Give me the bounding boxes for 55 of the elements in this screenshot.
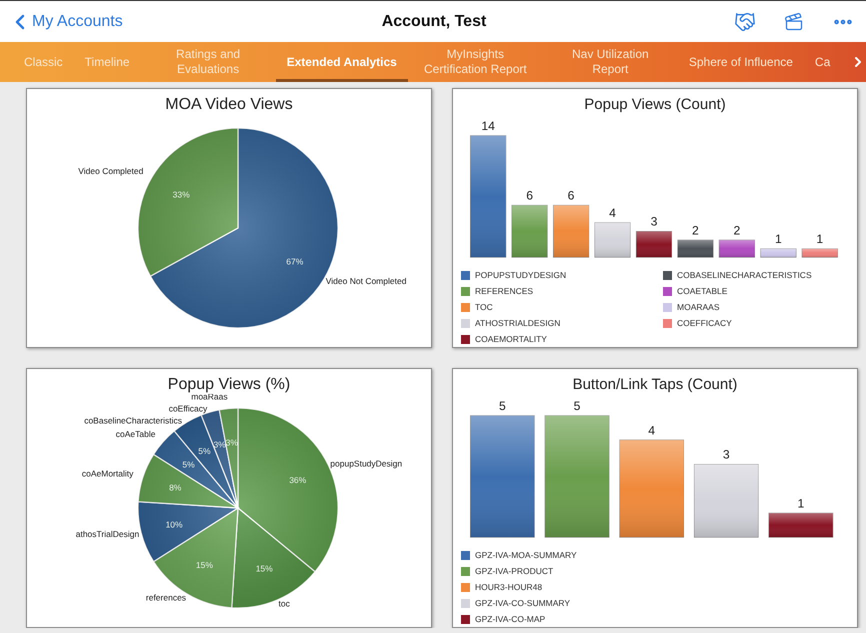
slice-value-label: 3%	[213, 440, 226, 450]
slice-label: moaRaas	[191, 394, 228, 402]
chart-title: Button/Link Taps (Count)	[572, 376, 738, 393]
slice-label: athosTrialDesign	[76, 528, 140, 539]
bar-value-label: 1	[798, 496, 804, 510]
slice-value-label: 5%	[198, 446, 211, 456]
bar-value-label: 6	[568, 188, 574, 203]
bar-value-label: 4	[609, 206, 616, 220]
bar-value-label: 2	[734, 223, 740, 238]
bar-value-label: 5	[499, 398, 506, 413]
slice-label: Video Not Completed	[326, 276, 406, 286]
legend-label: GPZ-IVA-MOA-SUMMARY	[475, 550, 577, 560]
slice-label: Video Completed	[78, 166, 144, 176]
slice-label: popupStudyDesign	[330, 458, 402, 469]
slice-value-label: 15%	[196, 560, 213, 570]
chart-title: Popup Views (Count)	[584, 96, 726, 113]
bar-value-label: 5	[574, 398, 580, 413]
legend-label: TOC	[475, 302, 493, 312]
slice-label: references	[146, 592, 186, 603]
bar-value-label: 14	[481, 118, 495, 133]
slice-value-label: 10%	[166, 519, 183, 530]
slice-label: coAeMortality	[82, 468, 134, 478]
back-label: My Accounts	[32, 12, 123, 30]
slice-value-label: 36%	[289, 474, 306, 485]
bar-value-label: 3	[650, 214, 658, 229]
legend-label: MOARAAS	[677, 302, 720, 312]
slice-value-label: 15%	[256, 564, 273, 574]
legend-label: COEFFICACY	[677, 318, 732, 328]
legend-label: GPZ-IVA-CO-MAP	[475, 614, 546, 624]
chart-title: Popup Views (%)	[168, 376, 290, 394]
nav-title: Account, Test	[382, 12, 486, 30]
bar-value-label: 2	[692, 223, 699, 238]
bar-value-label: 3	[722, 448, 730, 462]
bar-value-label: 1	[816, 232, 824, 246]
slice-label: coBaselineCharacteristics	[84, 416, 182, 426]
chart-title: MOA Video Views	[165, 96, 293, 114]
legend-label: COAETABLE	[677, 286, 728, 296]
slice-value-label: 8%	[169, 482, 182, 493]
legend-label: HOUR3-HOUR48	[475, 582, 542, 592]
slice-value-label: 67%	[286, 256, 304, 267]
slice-label: toc	[278, 598, 290, 608]
legend-label: GPZ-IVA-PRODUCT	[475, 566, 554, 576]
legend-label: ATHOSTRIALDESIGN	[475, 318, 560, 328]
legend-label: POPUPSTUDYDESIGN	[475, 270, 566, 280]
slice-label: coAeTable	[116, 428, 156, 439]
bar-value-label: 4	[648, 423, 656, 438]
slice-label: coEfficacy	[168, 404, 208, 414]
slice-value-label: 33%	[172, 189, 190, 200]
bar-value-label: 1	[774, 232, 782, 246]
legend-label: GPZ-IVA-CO-SUMMARY	[475, 598, 570, 608]
legend-label: REFERENCES	[475, 286, 534, 296]
legend-label: COAEMORTALITY	[475, 334, 547, 344]
legend-label: COBASELINECHARACTERISTICS	[677, 270, 812, 280]
slice-value-label: 5%	[182, 459, 195, 470]
bar-value-label: 6	[526, 188, 533, 203]
